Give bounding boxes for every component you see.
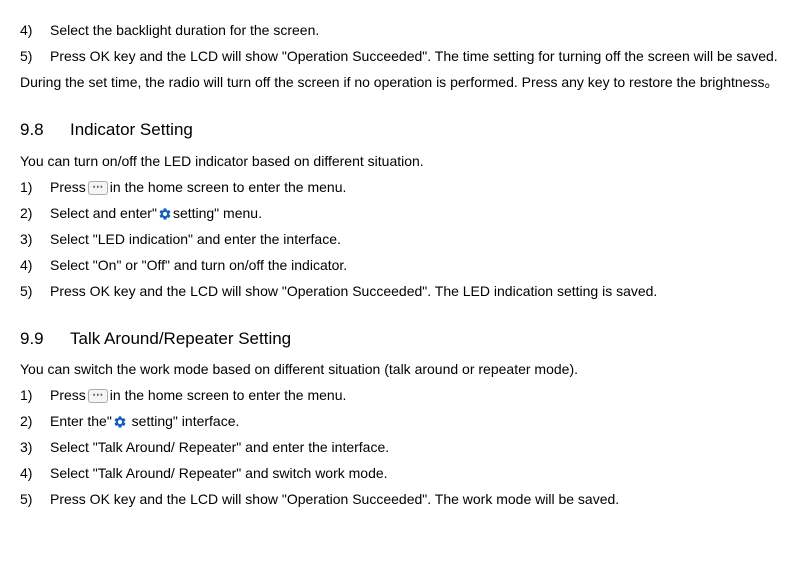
section-98-step-4: 4)Select "On" or "Off" and turn on/off t… (20, 255, 790, 276)
step-number: 3) (20, 437, 50, 458)
step-text-after: in the home screen to enter the menu. (110, 387, 347, 403)
step-text-before: Press (50, 387, 86, 403)
step-number: 3) (20, 229, 50, 250)
step-number: 2) (20, 411, 50, 432)
menu-icon (88, 389, 108, 403)
menu-icon (88, 181, 108, 195)
step-number: 5) (20, 281, 50, 302)
step-text-after: in the home screen to enter the menu. (110, 179, 347, 195)
prior-step-4: 4)Select the backlight duration for the … (20, 20, 790, 41)
section-99-step-1: 1)Press in the home screen to enter the m… (20, 385, 790, 406)
step-text: Select "Talk Around/ Repeater" and enter… (50, 439, 389, 455)
section-99-step-2: 2)Enter the" setting" interface. (20, 411, 790, 432)
section-98-step-1: 1)Press in the home screen to enter the m… (20, 177, 790, 198)
step-number: 4) (20, 255, 50, 276)
section-98-heading: 9.8Indicator Setting (20, 117, 790, 143)
section-98-intro: You can turn on/off the LED indicator ba… (20, 151, 790, 172)
step-number: 5) (20, 46, 50, 67)
section-99-step-5: 5)Press OK key and the LCD will show "Op… (20, 489, 790, 510)
section-99-intro: You can switch the work mode based on di… (20, 359, 790, 380)
step-text: Select "Talk Around/ Repeater" and switc… (50, 465, 388, 481)
step-number: 1) (20, 385, 50, 406)
section-99-step-3: 3)Select "Talk Around/ Repeater" and ent… (20, 437, 790, 458)
section-99-heading: 9.9Talk Around/Repeater Setting (20, 326, 790, 352)
gear-icon (113, 415, 127, 429)
section-number: 9.9 (20, 326, 70, 352)
section-title: Indicator Setting (70, 120, 193, 139)
step-number: 2) (20, 203, 50, 224)
step-text: Press OK key and the LCD will show "Oper… (50, 283, 657, 299)
step-number: 4) (20, 463, 50, 484)
step-text: Select the backlight duration for the sc… (50, 22, 319, 38)
section-title: Talk Around/Repeater Setting (70, 329, 291, 348)
prior-note: During the set time, the radio will turn… (20, 72, 790, 93)
step-text: Select "LED indication" and enter the in… (50, 231, 341, 247)
step-text: Press OK key and the LCD will show "Oper… (50, 48, 778, 64)
step-text: Press OK key and the LCD will show "Oper… (50, 491, 619, 507)
step-text: Select "On" or "Off" and turn on/off the… (50, 257, 347, 273)
gear-icon (158, 207, 172, 221)
prior-step-5: 5)Press OK key and the LCD will show "Op… (20, 46, 790, 67)
step-text-before: Select and enter" (50, 205, 157, 221)
step-text-after: setting" interface. (128, 413, 240, 429)
step-text-before: Press (50, 179, 86, 195)
step-text-after: setting" menu. (173, 205, 262, 221)
section-98-step-3: 3)Select "LED indication" and enter the … (20, 229, 790, 250)
step-number: 1) (20, 177, 50, 198)
section-98-step-2: 2)Select and enter" setting" menu. (20, 203, 790, 224)
step-number: 5) (20, 489, 50, 510)
section-98-step-5: 5)Press OK key and the LCD will show "Op… (20, 281, 790, 302)
step-text-before: Enter the" (50, 413, 112, 429)
section-number: 9.8 (20, 117, 70, 143)
section-99-step-4: 4)Select "Talk Around/ Repeater" and swi… (20, 463, 790, 484)
step-number: 4) (20, 20, 50, 41)
